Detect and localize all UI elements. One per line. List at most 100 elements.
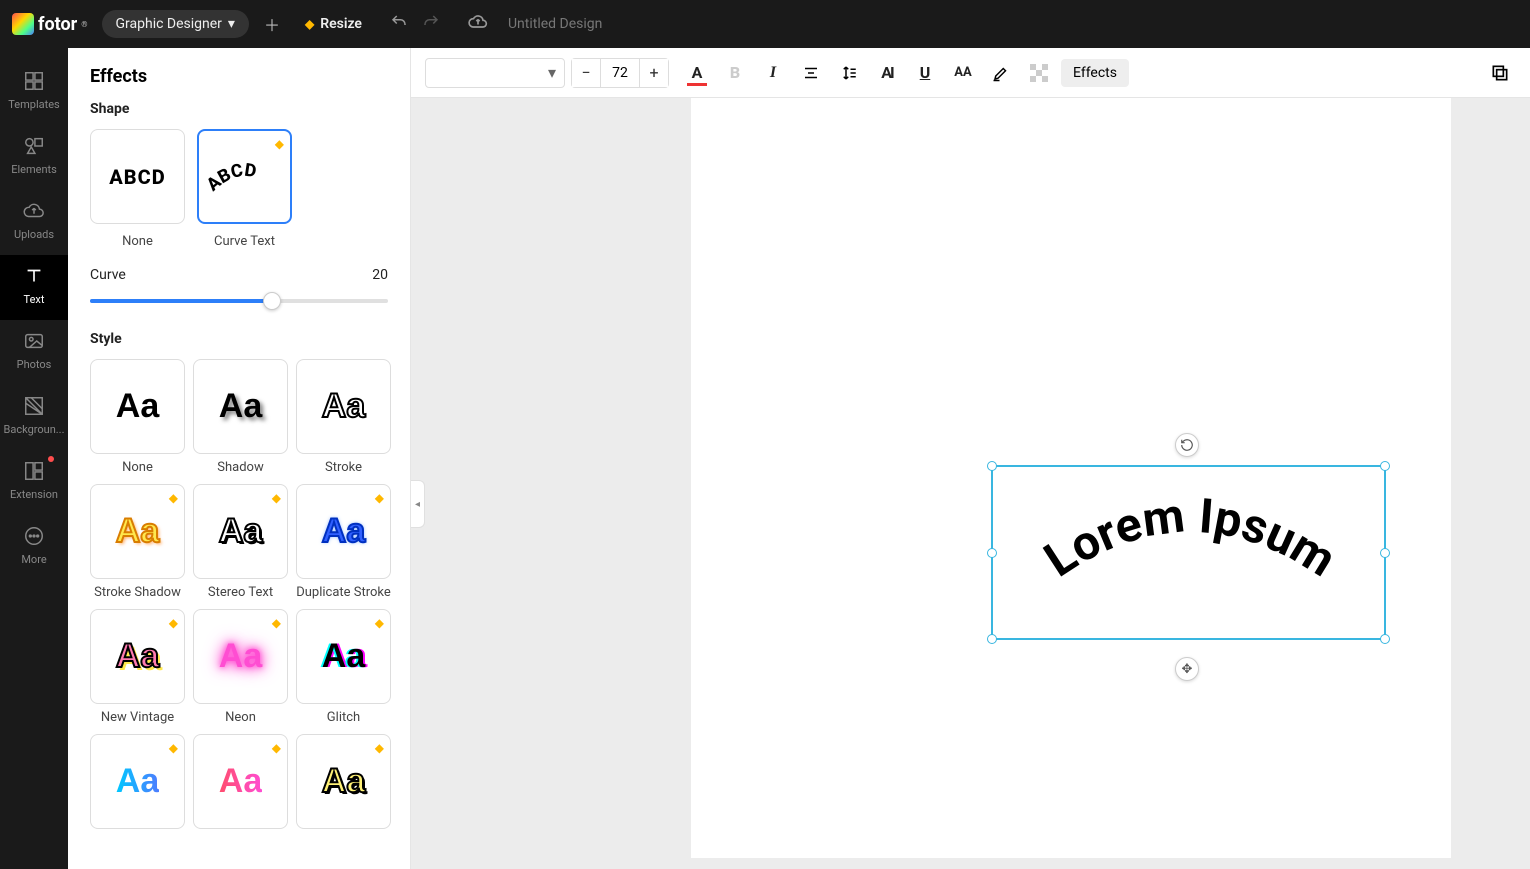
style-glitch-card[interactable]: ◆Aa xyxy=(296,609,391,704)
shape-none-label: None xyxy=(90,234,185,249)
italic-button[interactable]: I xyxy=(757,57,789,89)
rotate-handle[interactable] xyxy=(1175,433,1199,457)
style-extra3-card[interactable]: ◆Aa xyxy=(296,734,391,829)
diamond-icon: ◆ xyxy=(375,491,384,505)
align-button[interactable] xyxy=(795,57,827,89)
left-rail: Templates Elements Uploads Text Photos B… xyxy=(0,48,68,869)
document-title[interactable]: Untitled Design xyxy=(508,16,602,32)
resize-handle-sw[interactable] xyxy=(987,634,997,644)
diamond-icon: ◆ xyxy=(169,741,178,755)
text-color-button[interactable]: A xyxy=(681,57,713,89)
diamond-icon: ◆ xyxy=(169,616,178,630)
letter-spacing-button[interactable]: AI xyxy=(871,57,903,89)
underline-button[interactable]: U xyxy=(909,57,941,89)
style-neon-card[interactable]: ◆Aa xyxy=(193,609,288,704)
rail-background-label: Backgroun... xyxy=(4,423,65,436)
rail-uploads-label: Uploads xyxy=(14,228,54,241)
style-glitch-label: Glitch xyxy=(327,710,360,726)
panel-collapse-toggle[interactable]: ◂ xyxy=(411,480,425,528)
add-button[interactable]: ＋ xyxy=(263,12,281,36)
top-bar: fotor ® Graphic Designer ▾ ＋ ◆ Resize Unt… xyxy=(0,0,1530,48)
rail-extension[interactable]: Extension xyxy=(0,450,68,515)
resize-handle-e[interactable] xyxy=(1380,548,1390,558)
style-stroke-card[interactable]: Aa xyxy=(296,359,391,454)
diamond-icon: ◆ xyxy=(375,616,384,630)
resize-handle-ne[interactable] xyxy=(1380,461,1390,471)
rail-templates[interactable]: Templates xyxy=(0,60,68,125)
font-size-decrease[interactable]: − xyxy=(572,59,600,87)
canvas-area[interactable]: Lorem Ipsum ✥ xyxy=(411,98,1530,869)
shape-heading: Shape xyxy=(90,101,388,117)
style-stroke-label: Stroke xyxy=(325,460,362,476)
line-height-button[interactable] xyxy=(833,57,865,89)
rail-more[interactable]: More xyxy=(0,515,68,580)
diamond-icon: ◆ xyxy=(272,741,281,755)
design-page[interactable]: Lorem Ipsum ✥ xyxy=(691,98,1451,858)
diamond-icon: ◆ xyxy=(272,616,281,630)
shape-none-sample: ABCD xyxy=(109,165,165,189)
notification-dot-icon xyxy=(48,456,54,462)
shape-curve-sample: ABCD xyxy=(205,159,258,195)
resize-label: Resize xyxy=(320,16,362,32)
rail-more-label: More xyxy=(21,553,46,566)
undo-button[interactable] xyxy=(390,13,408,35)
layers-button[interactable] xyxy=(1484,57,1516,89)
rail-uploads[interactable]: Uploads xyxy=(0,190,68,255)
style-extra2-card[interactable]: ◆Aa xyxy=(193,734,288,829)
curve-slider[interactable] xyxy=(90,289,388,313)
style-heading: Style xyxy=(90,331,388,347)
logo-mark-icon xyxy=(12,13,34,35)
resize-handle-se[interactable] xyxy=(1380,634,1390,644)
mode-dropdown[interactable]: Graphic Designer ▾ xyxy=(102,10,249,38)
svg-text:ABCD: ABCD xyxy=(205,159,258,195)
resize-handle-nw[interactable] xyxy=(987,461,997,471)
transparency-button[interactable] xyxy=(1023,57,1055,89)
diamond-icon: ◆ xyxy=(305,17,314,31)
style-dup-stroke-card[interactable]: ◆Aa xyxy=(296,484,391,579)
selection-box[interactable]: Lorem Ipsum xyxy=(991,465,1386,640)
font-family-select[interactable]: ▾ xyxy=(425,58,565,88)
text-case-button[interactable]: AA xyxy=(947,57,979,89)
mode-label: Graphic Designer xyxy=(116,16,222,32)
style-stereo-label: Stereo Text xyxy=(208,585,273,601)
style-vintage-card[interactable]: ◆Aa xyxy=(90,609,185,704)
effects-panel: Effects Shape ABCD ◆ ABCD None Curve Tex… xyxy=(68,48,411,869)
shape-curve-label: Curve Text xyxy=(197,234,292,249)
chevron-down-icon: ▾ xyxy=(228,16,235,32)
style-shadow-card[interactable]: Aa xyxy=(193,359,288,454)
rail-elements[interactable]: Elements xyxy=(0,125,68,190)
resize-handle-w[interactable] xyxy=(987,548,997,558)
style-shadow-label: Shadow xyxy=(217,460,263,476)
diamond-icon: ◆ xyxy=(169,491,178,505)
rail-text-label: Text xyxy=(24,293,45,306)
rail-background[interactable]: Backgroun... xyxy=(0,385,68,450)
style-extra1-card[interactable]: ◆Aa xyxy=(90,734,185,829)
rail-text[interactable]: Text xyxy=(0,255,68,320)
font-size-input[interactable] xyxy=(600,59,640,87)
shape-none-card[interactable]: ABCD xyxy=(90,129,185,224)
style-stroke-shadow-card[interactable]: ◆Aa xyxy=(90,484,185,579)
redo-button[interactable] xyxy=(422,13,440,35)
cloud-sync-icon[interactable] xyxy=(468,12,486,36)
bold-button[interactable]: B xyxy=(719,57,751,89)
curve-label: Curve xyxy=(90,267,126,283)
slider-thumb[interactable] xyxy=(263,292,281,310)
style-none-label: None xyxy=(122,460,153,476)
logo[interactable]: fotor ® xyxy=(12,13,88,35)
style-stereo-card[interactable]: ◆Aa xyxy=(193,484,288,579)
highlight-button[interactable] xyxy=(985,57,1017,89)
curved-text-object[interactable]: Lorem Ipsum xyxy=(993,467,1388,642)
shape-curve-card[interactable]: ◆ ABCD xyxy=(197,129,292,224)
brand-name: fotor xyxy=(38,14,77,35)
rail-photos[interactable]: Photos xyxy=(0,320,68,385)
chevron-down-icon: ▾ xyxy=(548,63,556,82)
registered-icon: ® xyxy=(81,20,87,29)
resize-button[interactable]: ◆ Resize xyxy=(305,16,362,32)
diamond-icon: ◆ xyxy=(275,137,284,151)
effects-button[interactable]: Effects xyxy=(1061,59,1129,87)
move-handle[interactable]: ✥ xyxy=(1175,657,1199,681)
style-none-card[interactable]: Aa xyxy=(90,359,185,454)
text-context-toolbar: ▾ − + A B I AI U AA Effects xyxy=(411,48,1530,98)
font-size-increase[interactable]: + xyxy=(640,59,668,87)
curve-value: 20 xyxy=(372,267,388,283)
